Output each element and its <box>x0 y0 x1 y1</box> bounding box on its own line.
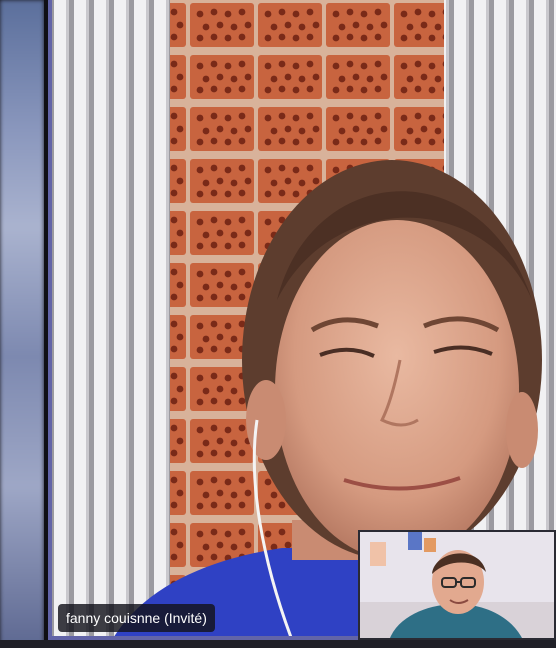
stage-bottom-edge <box>0 640 556 648</box>
self-view-video-tile[interactable] <box>358 530 556 640</box>
self-view-video-frame <box>360 532 554 638</box>
participant-name-label: fanny couisnne (Invité) <box>58 604 215 632</box>
adjacent-participant-video-tile[interactable] <box>0 0 44 648</box>
